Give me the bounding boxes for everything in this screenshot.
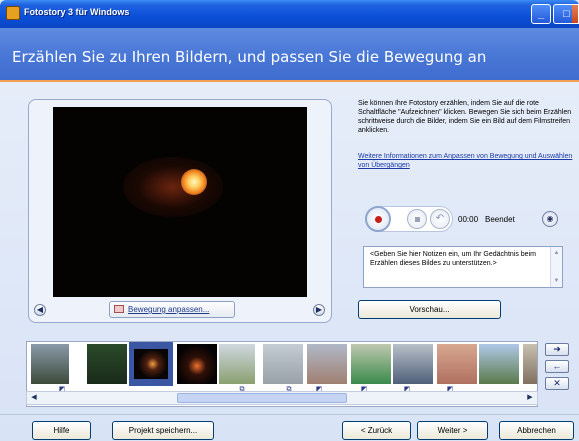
page-title: Erzählen Sie zu Ihren Bildern, und passe… — [12, 48, 487, 66]
filmstrip-frame[interactable] — [351, 344, 391, 384]
photo-fire — [181, 169, 207, 195]
back-button[interactable]: < Zurück — [342, 421, 411, 440]
minimize-button[interactable]: _ — [531, 4, 551, 24]
filmstrip-scrollbar[interactable]: ◀ ▶ — [26, 391, 538, 405]
filmstrip-frame[interactable] — [263, 344, 303, 384]
scroll-left-icon[interactable]: ◀ — [28, 392, 40, 404]
filmstrip-frame[interactable] — [479, 344, 519, 384]
scroll-right-icon[interactable]: ▶ — [524, 392, 536, 404]
filmstrip-frame[interactable] — [177, 344, 217, 384]
preview-button[interactable]: Vorschau... — [358, 300, 501, 319]
filmstrip-frame[interactable] — [523, 344, 537, 384]
notes-textarea[interactable]: <Geben Sie hier Notizen ein, um Ihr Gedä… — [363, 246, 563, 288]
app-icon — [6, 6, 20, 20]
filmstrip-frame[interactable] — [437, 344, 477, 384]
next-button[interactable]: Weiter > — [417, 421, 488, 440]
preview-image — [53, 107, 307, 297]
photo-glow — [123, 157, 223, 217]
page-header: Erzählen Sie zu Ihren Bildern, und passe… — [0, 28, 579, 80]
filmstrip-frame[interactable] — [307, 344, 347, 384]
record-button[interactable] — [365, 206, 391, 232]
filmstrip-frame-selected[interactable] — [129, 342, 173, 386]
undo-recording-button[interactable]: ↶ — [430, 209, 450, 229]
microphone-settings-icon[interactable]: ◉ — [542, 211, 558, 227]
customize-motion-button[interactable]: Bewegung anpassen... — [109, 301, 235, 318]
stop-icon — [415, 217, 420, 222]
record-icon — [375, 216, 382, 223]
notes-scrollbar[interactable]: ▲ ▼ — [550, 247, 562, 287]
footer-divider — [0, 414, 579, 415]
delete-image-button[interactable]: ✕ — [545, 377, 569, 390]
previous-image-button[interactable]: ◀ — [34, 304, 46, 316]
window-title: Fotostory 3 für Windows — [24, 7, 130, 17]
customize-motion-label: Bewegung anpassen... — [128, 305, 210, 314]
filmstrip-frame[interactable] — [31, 344, 69, 384]
cancel-button[interactable]: Abbrechen — [499, 421, 574, 440]
move-right-button[interactable]: ➜ — [545, 343, 569, 356]
stop-button[interactable] — [407, 209, 427, 229]
recording-status: Beendet — [485, 215, 515, 224]
scrollbar-thumb[interactable] — [177, 393, 347, 403]
filmstrip-frame[interactable] — [87, 344, 127, 384]
move-left-button[interactable]: ← — [545, 360, 569, 373]
narration-description: Sie können Ihre Fotostory erzählen, inde… — [358, 100, 572, 134]
filmstrip-frame[interactable] — [393, 344, 433, 384]
motion-icon — [114, 305, 124, 313]
filmstrip-frame[interactable] — [219, 344, 255, 384]
more-info-link[interactable]: Weitere Informationen zum Anpassen von B… — [358, 152, 579, 170]
recording-time: 00:00 — [458, 215, 479, 224]
header-accent-line — [0, 80, 579, 82]
help-button[interactable]: Hilfe — [32, 421, 91, 440]
close-button[interactable] — [572, 4, 579, 24]
scroll-down-icon[interactable]: ▼ — [551, 275, 562, 287]
next-image-button[interactable]: ▶ — [313, 304, 325, 316]
scroll-up-icon[interactable]: ▲ — [551, 247, 562, 259]
title-bar: Fotostory 3 für Windows _ □ — [0, 0, 579, 28]
save-project-button[interactable]: Projekt speichern... — [112, 421, 214, 440]
